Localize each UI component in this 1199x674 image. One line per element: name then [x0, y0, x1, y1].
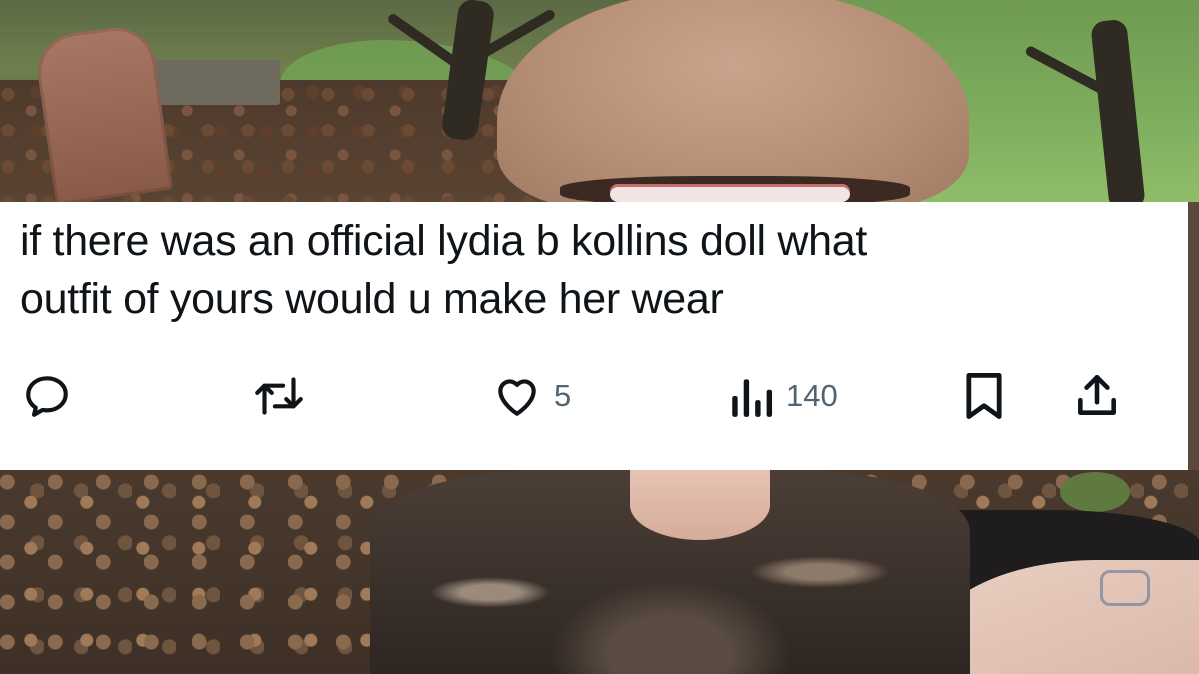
reply-button[interactable] — [22, 365, 72, 427]
tattoo — [1100, 570, 1150, 606]
photo-edge-strip — [1188, 202, 1199, 470]
tweet-text: if there was an official lydia b kollins… — [20, 212, 1170, 328]
views-chart-icon — [728, 371, 774, 421]
retweet-icon — [250, 371, 308, 421]
bookmark-button[interactable] — [962, 365, 1006, 427]
heart-icon — [492, 371, 542, 421]
neck — [630, 470, 770, 540]
screenshot: if there was an official lydia b kollins… — [0, 0, 1199, 674]
like-button[interactable]: 5 — [492, 365, 571, 427]
grave-slab — [140, 60, 280, 105]
background-photo-bottom — [0, 470, 1199, 674]
background-photo-top — [0, 0, 1199, 202]
bookmark-icon — [962, 370, 1006, 422]
tweet-text-line-1: if there was an official lydia b kollins… — [20, 217, 868, 265]
views-button[interactable]: 140 — [728, 365, 838, 427]
views-count: 140 — [786, 378, 838, 413]
like-count: 5 — [554, 378, 572, 413]
tweet-action-bar: 5 140 — [0, 365, 1188, 427]
share-icon — [1072, 371, 1122, 421]
share-button[interactable] — [1072, 365, 1122, 427]
sunglasses — [610, 184, 850, 202]
tweet-text-line-2: outfit of yours would u make her wear — [20, 275, 724, 323]
retweet-button[interactable] — [250, 365, 308, 427]
bucket-hat — [497, 0, 969, 202]
tweet-card: if there was an official lydia b kollins… — [0, 202, 1188, 470]
mossy-rock — [1060, 472, 1130, 512]
gravestone — [32, 22, 174, 202]
reply-icon — [22, 371, 72, 421]
